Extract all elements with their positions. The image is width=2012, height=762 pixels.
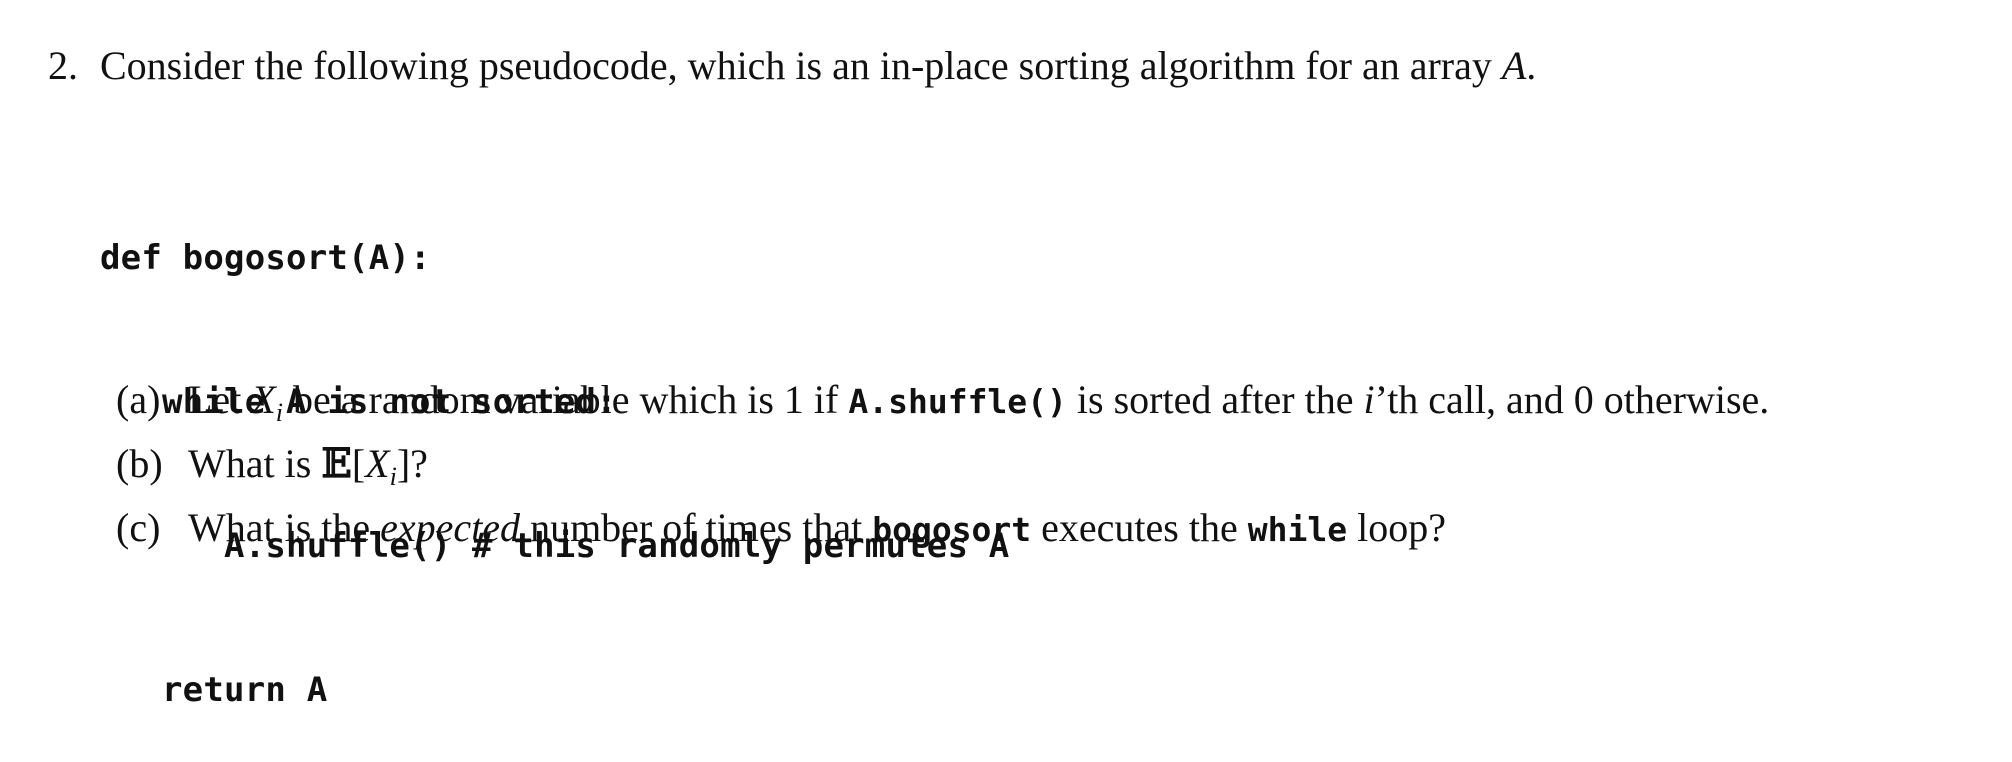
problem-statement-end: . bbox=[1526, 43, 1537, 88]
previous-content-clipped bbox=[0, 0, 2012, 10]
subpart-c-label: (c) bbox=[116, 505, 161, 550]
subpart-a-label: (a) bbox=[116, 377, 161, 422]
random-variable-subscript: i bbox=[389, 462, 397, 491]
subpart-c-text-2: number of times that bbox=[520, 505, 873, 550]
random-variable-x: X bbox=[365, 441, 390, 486]
subpart-c-text-1: What is the bbox=[188, 505, 381, 550]
problem-statement-text: Consider the following pseudocode, which… bbox=[100, 43, 1502, 88]
bracket-close: ]? bbox=[396, 441, 428, 486]
subparts-list: (a) Let Xi be a random variable which is … bbox=[116, 368, 1769, 560]
subpart-c-text-4: loop? bbox=[1347, 505, 1446, 550]
while-code: while bbox=[1247, 510, 1348, 549]
index-variable-i: i bbox=[1363, 377, 1375, 422]
subpart-b: (b) What is 𝔼[Xi]? bbox=[116, 432, 1769, 496]
subpart-c: (c) What is the expected number of times … bbox=[116, 496, 1769, 560]
array-variable: A bbox=[1501, 43, 1527, 88]
subpart-a-text-3: is sorted after the bbox=[1066, 377, 1364, 422]
subpart-a: (a) Let Xi be a random variable which is … bbox=[116, 368, 1769, 432]
subpart-a-text-1: Let bbox=[188, 377, 252, 422]
random-variable-subscript: i bbox=[275, 398, 283, 427]
expectation-symbol: 𝔼 bbox=[321, 440, 352, 487]
random-variable-x: X bbox=[251, 377, 276, 422]
bogosort-code: bogosort bbox=[872, 510, 1032, 549]
subpart-a-text-2: be a random variable which is 1 if bbox=[282, 377, 849, 422]
subpart-b-label: (b) bbox=[116, 441, 163, 486]
problem-statement: 2. Consider the following pseudocode, whi… bbox=[48, 40, 1536, 92]
bracket-open: [ bbox=[351, 441, 366, 486]
code-line-return: return A bbox=[100, 670, 328, 710]
shuffle-call-code: A.shuffle() bbox=[848, 382, 1067, 421]
subpart-a-text-4: ’th call, and 0 otherwise. bbox=[1374, 377, 1770, 422]
problem-number: 2. bbox=[48, 43, 78, 88]
code-line-def: def bogosort(A): bbox=[100, 238, 431, 278]
subpart-c-text-3: executes the bbox=[1031, 505, 1248, 550]
emphasis-expected: expected bbox=[380, 505, 521, 550]
subpart-b-text-1: What is bbox=[188, 441, 322, 486]
